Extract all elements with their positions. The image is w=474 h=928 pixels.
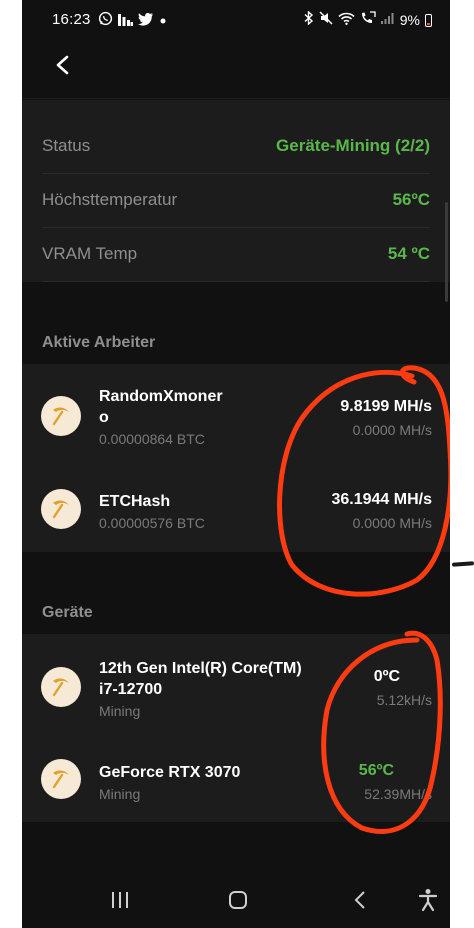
devices-section-title: Geräte — [42, 604, 93, 621]
pickaxe-icon — [41, 396, 81, 436]
scrollbar[interactable] — [445, 202, 448, 302]
list-item[interactable]: GeForce RTX 3070 Mining 56ºC 52.39MH/s — [22, 728, 450, 822]
external-mark — [451, 561, 474, 567]
status-row: Status Geräte-Mining (2/2) — [42, 119, 430, 174]
device-status: Mining — [99, 786, 141, 802]
worker-hashrate-sub: 0.0000 MH/s — [352, 422, 432, 438]
wifi-icon — [338, 12, 355, 29]
mute-icon — [319, 11, 333, 29]
worker-name-line1: RandomXmoner — [99, 388, 223, 405]
back-nav-icon — [354, 891, 365, 909]
app-screen: 16:23 9% Status Geräte-Mining (2/2) Höch… — [22, 0, 450, 928]
device-temp: 0ºC — [373, 668, 400, 685]
twitter-icon — [138, 12, 154, 30]
worker-hashrate: 9.8199 MH/s — [340, 398, 432, 415]
call-icon — [360, 11, 376, 29]
system-icons: 9% — [304, 10, 432, 29]
pickaxe-icon — [41, 667, 81, 707]
devices-list: 12th Gen Intel(R) Core(TM) i7-12700 Mini… — [22, 634, 450, 822]
status-value: Geräte-Mining (2/2) — [276, 136, 430, 155]
navigation-bar — [22, 872, 450, 928]
workers-section-title: Aktive Arbeiter — [42, 334, 156, 351]
vram-temp-label: VRAM Temp — [42, 244, 138, 263]
whatsapp-icon — [98, 11, 113, 30]
device-status: Mining — [99, 703, 141, 719]
dot-icon — [159, 13, 167, 29]
worker-hashrate: 36.1944 MH/s — [331, 491, 432, 508]
device-hashrate: 5.12kH/s — [376, 692, 432, 708]
device-name-line1: 12th Gen Intel(R) Core(TM) — [99, 660, 302, 677]
device-name-line2: i7-12700 — [99, 681, 163, 698]
battery-percent: 9% — [399, 12, 420, 28]
max-temp-value: 56ºC — [392, 190, 430, 209]
worker-name-line2: o — [99, 409, 109, 426]
worker-name-line1: ETCHash — [99, 493, 171, 510]
list-item[interactable]: 12th Gen Intel(R) Core(TM) i7-12700 Mini… — [22, 634, 450, 728]
notification-icons — [98, 11, 167, 30]
vram-temp-row: VRAM Temp 54 ºC — [42, 227, 430, 282]
worker-balance: 0.00000576 BTC — [99, 515, 205, 531]
battery-icon — [425, 13, 432, 27]
bluetooth-icon — [304, 10, 314, 29]
chevron-left-icon — [56, 55, 69, 75]
pickaxe-icon — [41, 759, 81, 799]
list-item[interactable]: RandomXmoner o 0.00000864 BTC 9.8199 MH/… — [22, 364, 450, 458]
clock: 16:23 — [52, 11, 91, 28]
max-temp-label: Höchsttemperatur — [42, 190, 178, 209]
worker-hashrate-sub: 0.0000 MH/s — [352, 515, 432, 531]
header-divider — [22, 98, 450, 99]
device-temp: 56ºC — [358, 762, 394, 779]
back-nav-button[interactable] — [340, 872, 380, 928]
back-button[interactable] — [48, 50, 78, 80]
status-label: Status — [42, 136, 91, 155]
status-card: Status Geräte-Mining (2/2) Höchsttempera… — [22, 100, 450, 282]
worker-balance: 0.00000864 BTC — [99, 431, 205, 447]
max-temp-row: Höchsttemperatur 56ºC — [42, 173, 430, 228]
signal-icon — [380, 12, 395, 28]
home-button[interactable] — [218, 872, 258, 928]
list-item[interactable]: ETCHash 0.00000576 BTC 36.1944 MH/s 0.00… — [22, 458, 450, 552]
home-icon — [229, 891, 247, 909]
accessibility-button[interactable] — [410, 872, 446, 928]
device-hashrate: 52.39MH/s — [364, 786, 432, 802]
status-bar: 16:23 9% — [22, 0, 450, 40]
device-name-line1: GeForce RTX 3070 — [99, 764, 241, 781]
accessibility-icon — [418, 889, 438, 912]
stats-icon — [118, 12, 133, 30]
pickaxe-icon — [41, 489, 81, 529]
recents-button[interactable] — [100, 872, 140, 928]
workers-list: RandomXmoner o 0.00000864 BTC 9.8199 MH/… — [22, 364, 450, 552]
recents-icon — [112, 892, 128, 908]
vram-temp-value: 54 ºC — [387, 244, 430, 263]
